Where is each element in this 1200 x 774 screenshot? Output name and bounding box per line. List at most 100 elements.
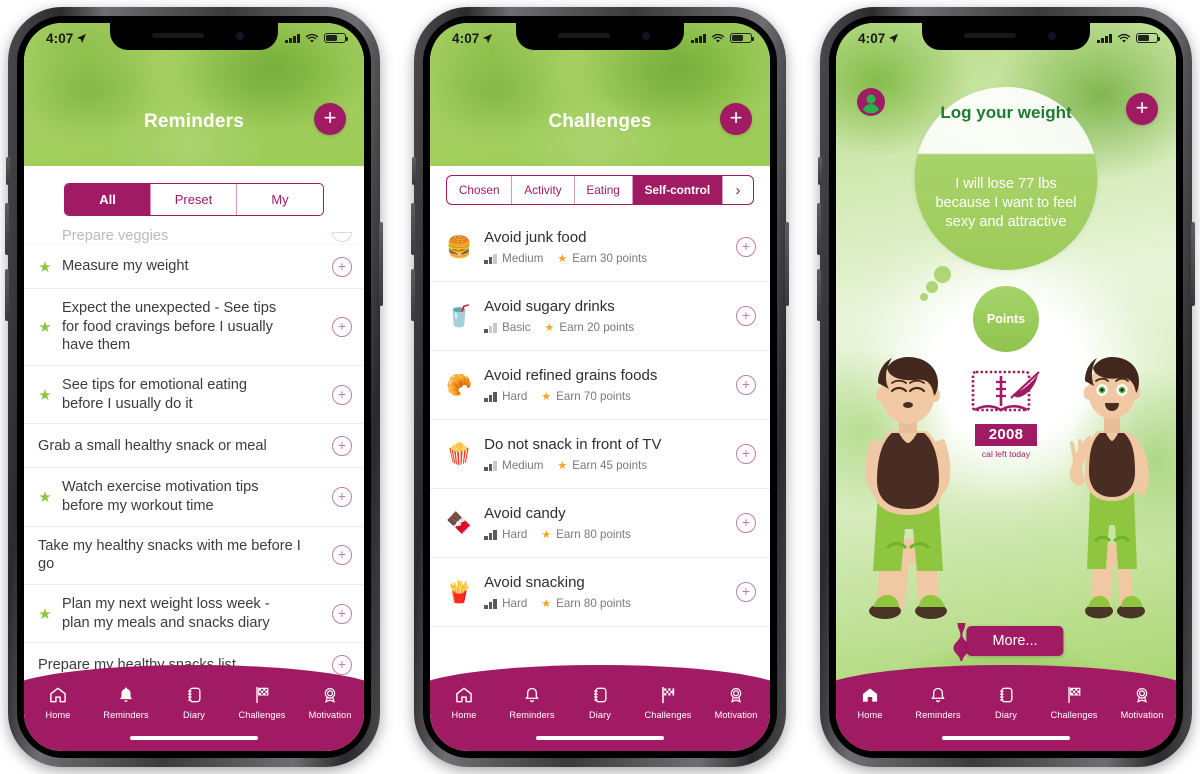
home-indicator[interactable] — [942, 735, 1070, 740]
reminder-text: Expect the unexpected - See tips for foo… — [62, 300, 277, 354]
tab-chosen[interactable]: Chosen — [447, 176, 513, 204]
difficulty-label: Medium — [502, 459, 544, 472]
three-phone-mockup: 4:07 Reminders + All Preset My Prepare v… — [0, 0, 1200, 774]
tab-challenges[interactable]: Challenges — [634, 683, 702, 720]
add-icon[interactable]: + — [736, 306, 756, 326]
list-item[interactable]: ★ Measure my weight + — [24, 245, 364, 289]
add-icon[interactable]: + — [736, 444, 756, 464]
add-icon[interactable]: + — [736, 513, 756, 533]
list-item[interactable]: ★ Expect the unexpected - See tips for f… — [24, 289, 364, 367]
table-row[interactable]: 🍫 Avoid candy Hard ★ Earn 80 points + — [430, 489, 770, 558]
tab-self-control[interactable]: Self-control — [632, 176, 723, 204]
tab-home[interactable]: Home — [24, 683, 92, 720]
points-label: Earn 70 points — [556, 390, 631, 403]
tab-challenges[interactable]: Challenges — [1040, 683, 1108, 720]
hamburger-emoji: 🍔 — [446, 235, 473, 259]
segment-my[interactable]: My — [237, 184, 323, 215]
difficulty-icon — [484, 391, 497, 402]
volume-down-button[interactable] — [817, 269, 821, 321]
tab-reminders[interactable]: Reminders — [904, 683, 972, 720]
add-icon[interactable] — [332, 232, 352, 242]
tab-diary[interactable]: Diary — [972, 683, 1040, 720]
tab-challenges[interactable]: Challenges — [228, 683, 296, 720]
challenge-category-tabs[interactable]: Chosen Activity Eating Self-control › — [446, 175, 754, 205]
goal-thought-bubble[interactable]: Log your weight I will lose 77 lbs becau… — [914, 87, 1098, 270]
list-item[interactable]: ★ Plan my next weight loss week - plan m… — [24, 585, 364, 644]
tab-reminders[interactable]: Reminders — [92, 683, 160, 720]
bottom-tab-bar[interactable]: Home Reminders Diary Challenges Motivati… — [836, 665, 1176, 751]
user-avatar-icon[interactable] — [856, 87, 886, 117]
overweight-avatar[interactable] — [852, 343, 964, 643]
tab-motivation[interactable]: Motivation — [1108, 683, 1176, 720]
tab-motivation[interactable]: Motivation — [702, 683, 770, 720]
notch — [110, 23, 278, 50]
segment-all[interactable]: All — [65, 184, 151, 215]
add-icon[interactable]: + — [332, 435, 352, 456]
table-row[interactable]: 🍟 Avoid snacking Hard ★ Earn 80 points + — [430, 558, 770, 627]
points-bubble[interactable]: Points — [973, 286, 1039, 352]
add-icon[interactable]: + — [332, 384, 352, 405]
add-challenge-button[interactable]: + — [720, 103, 752, 135]
table-row[interactable]: 🥐 Avoid refined grains foods Hard ★ Earn… — [430, 351, 770, 420]
table-row[interactable]: 🍔 Avoid junk food Medium ★ Earn 30 point… — [430, 213, 770, 282]
volume-down-button[interactable] — [411, 269, 415, 321]
tab-eating[interactable]: Eating — [575, 176, 633, 204]
mute-switch[interactable] — [818, 157, 822, 185]
bottom-tab-bar[interactable]: Home Reminders Diary Challenges Motivati… — [430, 665, 770, 751]
list-item[interactable]: ★ Grab a small healthy snack or meal + — [24, 424, 364, 469]
diary-calories-widget[interactable]: 2008 cal left today — [963, 368, 1049, 459]
add-icon[interactable]: + — [332, 487, 352, 508]
add-icon[interactable]: + — [736, 237, 756, 257]
add-icon[interactable]: + — [332, 256, 352, 277]
list-item[interactable]: ★ Prepare veggies — [24, 219, 364, 245]
plus-icon: + — [1135, 94, 1149, 120]
reminders-filter-segmented-control[interactable]: All Preset My — [64, 183, 324, 216]
add-icon[interactable]: + — [332, 545, 352, 566]
more-button[interactable]: More... — [966, 626, 1064, 656]
power-button[interactable] — [379, 222, 383, 306]
tab-diary[interactable]: Diary — [160, 683, 228, 720]
tab-motivation[interactable]: Motivation — [296, 683, 364, 720]
home-indicator[interactable] — [536, 735, 664, 740]
volume-up-button[interactable] — [411, 203, 415, 255]
bottom-tab-bar[interactable]: Home Reminders Diary Challenges Motivati… — [24, 665, 364, 751]
home-indicator[interactable] — [130, 735, 258, 740]
tab-home[interactable]: Home — [430, 683, 498, 720]
mute-switch[interactable] — [6, 157, 10, 185]
calories-value: 2008 — [975, 424, 1037, 446]
chevron-right-icon[interactable]: › — [723, 176, 753, 204]
bubble-title: Log your weight — [940, 103, 1072, 122]
screen-home: 4:07 + Log your weight I will lose 77 lb… — [836, 23, 1176, 751]
tab-diary[interactable]: Diary — [566, 683, 634, 720]
add-button[interactable]: + — [1126, 93, 1158, 125]
plus-icon: + — [323, 104, 337, 130]
tab-reminders[interactable]: Reminders — [498, 683, 566, 720]
add-icon[interactable]: + — [736, 375, 756, 395]
add-icon[interactable]: + — [332, 317, 352, 337]
power-button[interactable] — [1191, 222, 1195, 306]
table-row[interactable]: 🍿 Do not snack in front of TV Medium ★ E… — [430, 420, 770, 489]
battery-icon — [324, 32, 349, 44]
power-button[interactable] — [785, 222, 789, 306]
add-icon[interactable]: + — [736, 582, 756, 602]
list-item[interactable]: ★ Watch exercise motivation tips before … — [24, 468, 364, 527]
slim-avatar[interactable] — [1060, 343, 1164, 643]
notch — [516, 23, 684, 50]
add-reminder-button[interactable]: + — [314, 103, 346, 135]
mute-switch[interactable] — [412, 157, 416, 185]
star-icon: ★ — [38, 489, 52, 507]
list-item[interactable]: ★ See tips for emotional eating before I… — [24, 366, 364, 425]
table-row[interactable]: 🥤 Avoid sugary drinks Basic ★ Earn 20 po… — [430, 282, 770, 351]
tab-activity[interactable]: Activity — [512, 176, 575, 204]
volume-down-button[interactable] — [5, 269, 9, 321]
volume-up-button[interactable] — [5, 203, 9, 255]
soda-cup-emoji: 🥤 — [446, 304, 473, 328]
bell-icon — [498, 683, 566, 707]
segment-preset[interactable]: Preset — [151, 184, 237, 215]
tab-home[interactable]: Home — [836, 683, 904, 720]
list-item[interactable]: ★ Take my healthy snacks with me before … — [24, 527, 364, 586]
add-icon[interactable]: + — [332, 603, 352, 624]
more-row[interactable]: More... — [948, 621, 1064, 661]
star-icon: ★ — [38, 258, 52, 276]
volume-up-button[interactable] — [817, 203, 821, 255]
